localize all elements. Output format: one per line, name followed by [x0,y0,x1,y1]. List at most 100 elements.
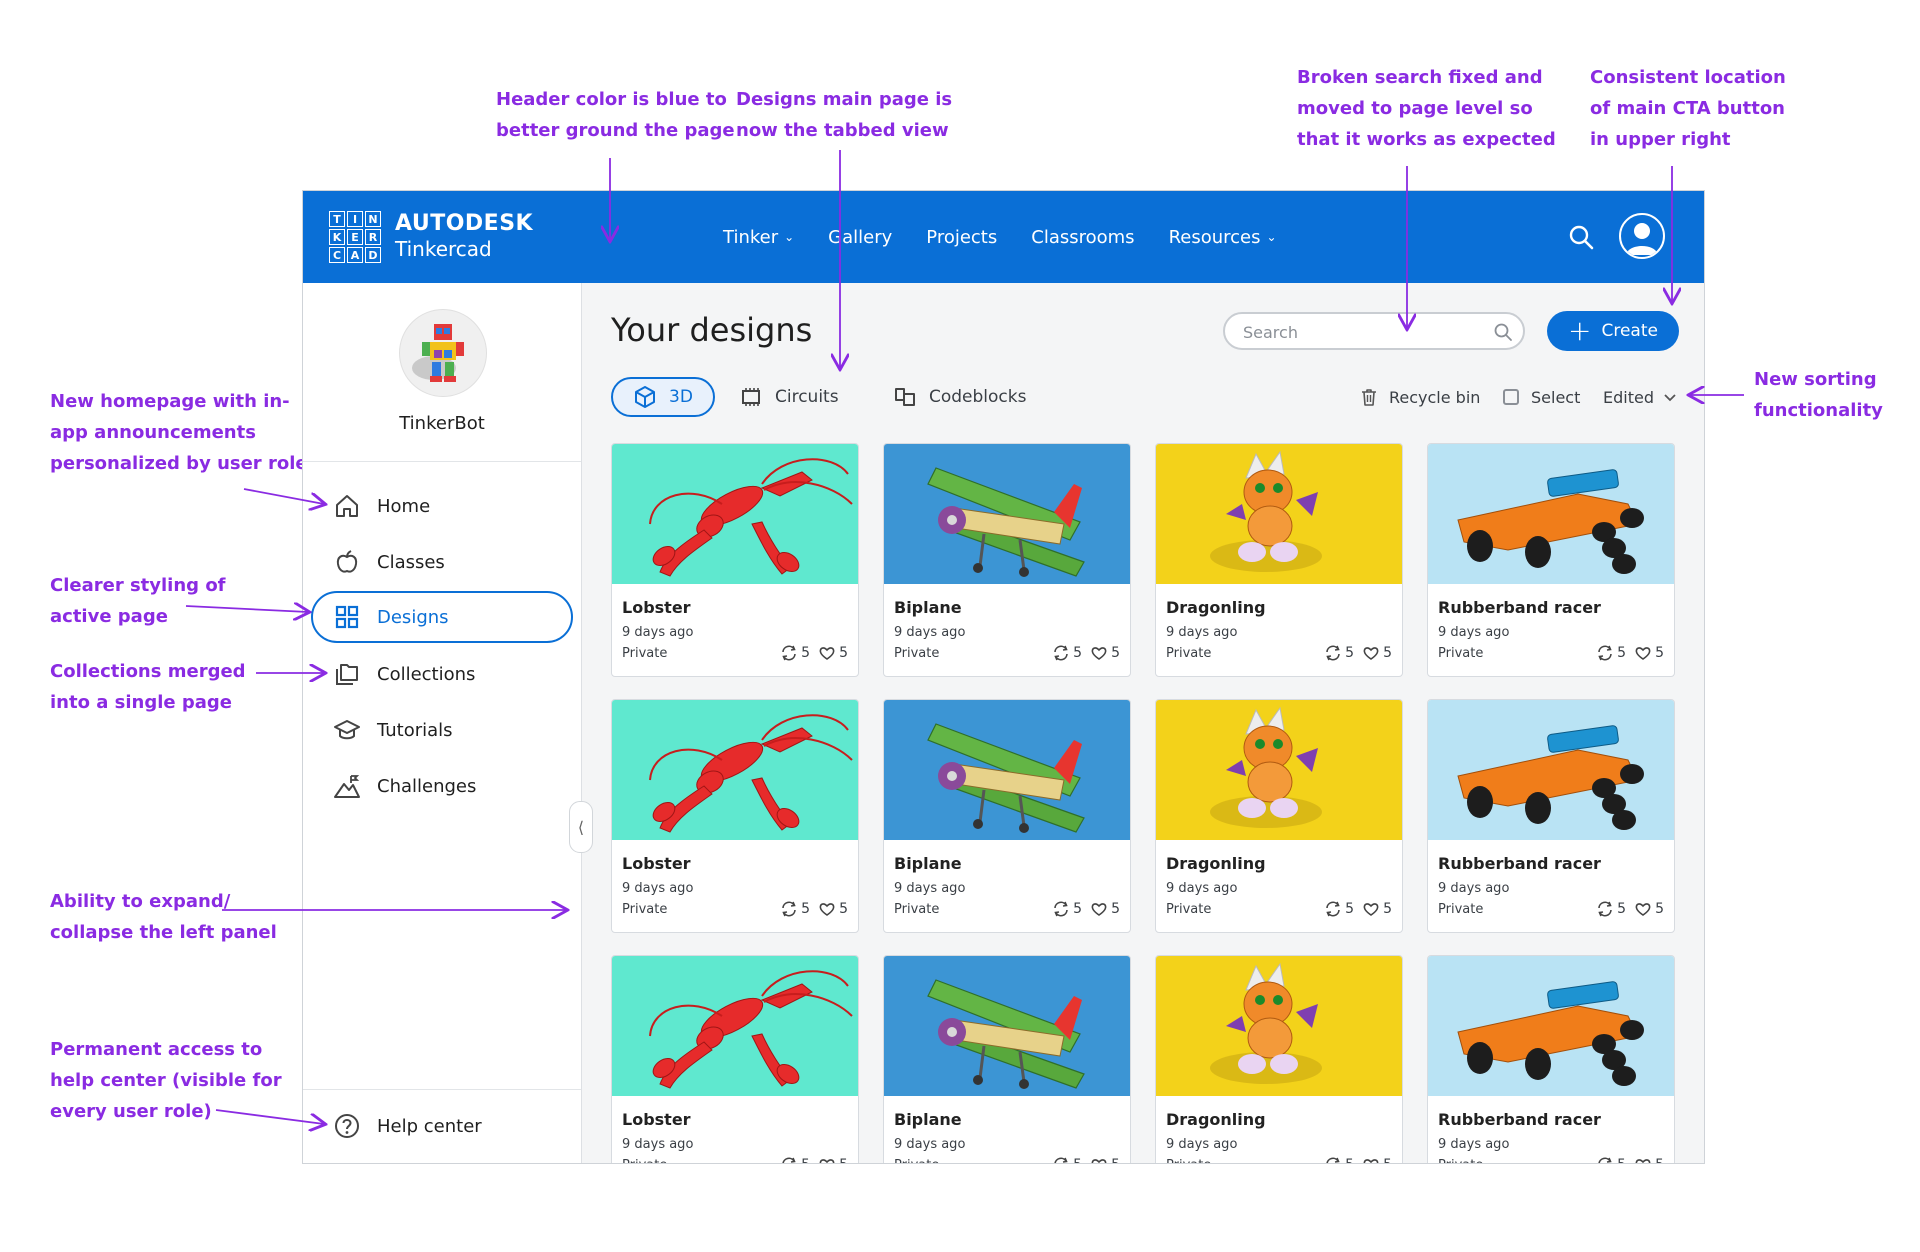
design-privacy: Private [622,646,668,661]
like-count-value: 5 [1655,1157,1664,1163]
sidebar-item-help-center[interactable]: Help center [311,1101,573,1151]
select-toggle[interactable]: Select [1503,381,1580,413]
design-title[interactable]: Dragonling [1166,1110,1266,1129]
design-date: 9 days ago [622,625,694,640]
design-title[interactable]: Dragonling [1166,854,1266,873]
design-title[interactable]: Biplane [894,1110,962,1129]
remix-icon [1598,645,1612,661]
design-thumbnail[interactable] [1156,444,1402,584]
design-card[interactable]: Rubberband racer9 days agoPrivate55 [1427,443,1675,677]
like-count[interactable]: 5 [1634,1156,1664,1163]
design-card[interactable]: Lobster9 days agoPrivate55 [611,955,859,1163]
design-thumbnail[interactable] [884,700,1130,840]
sidebar-item-home[interactable]: Home [311,481,573,531]
nav-resources[interactable]: Resources ⌄ [1169,227,1277,248]
sidebar-collapse-toggle[interactable]: ⟨ [569,801,593,853]
like-count-value: 5 [1383,645,1392,661]
sidebar-item-label: Collections [377,663,476,685]
design-card[interactable]: Biplane9 days agoPrivate55 [883,443,1131,677]
lobster-model-image [612,956,858,1096]
design-stats: 55 [772,644,848,662]
design-thumbnail[interactable] [884,444,1130,584]
design-date: 9 days ago [622,1137,694,1152]
annotation-homepage: New homepage with in- app announcements … [50,391,308,474]
recycle-bin-button[interactable]: Recycle bin [1359,381,1480,413]
remix-count: 5 [1324,900,1354,918]
nav-projects[interactable]: Projects [926,227,997,248]
design-thumbnail[interactable] [612,956,858,1096]
like-count[interactable]: 5 [1634,900,1664,918]
remix-count-value: 5 [801,645,811,661]
design-date: 9 days ago [1438,1137,1510,1152]
design-thumbnail[interactable] [612,444,858,584]
dragon-model-image [1156,700,1402,840]
design-thumbnail[interactable] [1156,700,1402,840]
design-thumbnail[interactable] [1156,956,1402,1096]
nav-classrooms[interactable]: Classrooms [1031,227,1134,248]
heart-icon [1363,903,1379,916]
design-stats: 55 [772,900,848,918]
search-field[interactable] [1223,312,1525,350]
like-count[interactable]: 5 [818,1156,848,1163]
design-card[interactable]: Rubberband racer9 days agoPrivate55 [1427,955,1675,1163]
design-title[interactable]: Lobster [622,854,691,873]
left-sidebar: TinkerBot Home Classes Designs Collectio… [303,283,582,1163]
brand-wordmark[interactable]: AUTODESK Tinkercad [395,211,533,261]
sidebar-item-designs[interactable]: Designs [311,591,573,643]
sidebar-item-challenges[interactable]: Challenges [311,761,573,811]
design-title[interactable]: Biplane [894,854,962,873]
design-card[interactable]: Dragonling9 days agoPrivate55 [1155,443,1403,677]
like-count[interactable]: 5 [1090,900,1120,918]
like-count[interactable]: 5 [818,644,848,662]
sort-dropdown[interactable]: Edited [1603,381,1678,413]
tinkercad-logo[interactable]: T I N K E R C A D [329,211,381,263]
search-icon[interactable] [1493,322,1513,342]
search-icon[interactable] [1567,223,1595,251]
remix-count-value: 5 [1073,901,1083,917]
annotation-expand-collapse: Ability to expand/ collapse the left pan… [50,891,277,943]
design-thumbnail[interactable] [1428,956,1674,1096]
tab-codeblocks[interactable]: Codeblocks [893,377,1026,417]
select-checkbox[interactable] [1503,389,1519,405]
design-title[interactable]: Biplane [894,598,962,617]
user-avatar[interactable] [1619,213,1665,259]
sidebar-item-tutorials[interactable]: Tutorials [311,705,573,755]
like-count[interactable]: 5 [1634,644,1664,662]
design-card[interactable]: Rubberband racer9 days agoPrivate55 [1427,699,1675,933]
like-count[interactable]: 5 [1362,900,1392,918]
design-date: 9 days ago [894,1137,966,1152]
nav-tinker[interactable]: Tinker ⌄ [723,227,794,248]
tab-3d[interactable]: 3D [611,377,715,417]
design-title[interactable]: Rubberband racer [1438,854,1601,873]
design-thumbnail[interactable] [884,956,1130,1096]
design-thumbnail[interactable] [1428,444,1674,584]
search-input[interactable] [1241,320,1485,344]
sidebar-item-classes[interactable]: Classes [311,537,573,587]
like-count[interactable]: 5 [1090,644,1120,662]
tab-circuits[interactable]: Circuits [739,377,839,417]
like-count[interactable]: 5 [1362,1156,1392,1163]
design-card[interactable]: Dragonling9 days agoPrivate55 [1155,699,1403,933]
design-thumbnail[interactable] [1428,700,1674,840]
design-title[interactable]: Lobster [622,1110,691,1129]
like-count[interactable]: 5 [1090,1156,1120,1163]
create-button[interactable]: + Create [1547,311,1679,351]
design-card[interactable]: Lobster 9 days ago Private 55 [611,443,859,677]
lobster-model-image [612,700,858,840]
design-title[interactable]: Dragonling [1166,598,1266,617]
design-title[interactable]: Lobster [622,598,691,617]
design-card[interactable]: Lobster9 days agoPrivate55 [611,699,859,933]
nav-gallery[interactable]: Gallery [828,227,892,248]
design-card[interactable]: Biplane9 days agoPrivate55 [883,955,1131,1163]
like-count[interactable]: 5 [1362,644,1392,662]
remix-count-value: 5 [801,1157,810,1163]
like-count[interactable]: 5 [818,900,848,918]
remix-icon [1598,1157,1612,1163]
design-thumbnail[interactable] [612,700,858,840]
design-card[interactable]: Biplane9 days agoPrivate55 [883,699,1131,933]
design-title[interactable]: Rubberband racer [1438,1110,1601,1129]
design-title[interactable]: Rubberband racer [1438,598,1601,617]
profile-avatar[interactable] [399,309,487,397]
sidebar-item-collections[interactable]: Collections [311,649,573,699]
design-card[interactable]: Dragonling9 days agoPrivate55 [1155,955,1403,1163]
